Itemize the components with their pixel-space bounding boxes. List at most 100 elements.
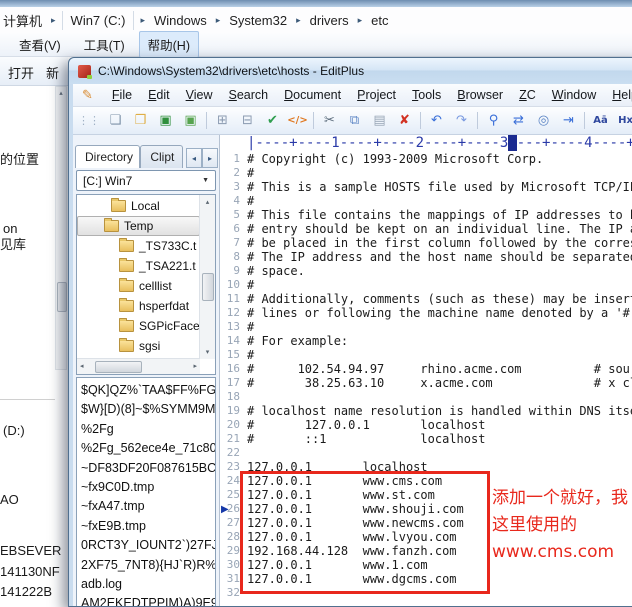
open-folder-icon[interactable]: ❒: [129, 109, 152, 132]
breadcrumb: 计算机 ▸ Win7 (C:) ▸ Windows ▸ System32 ▸ d…: [0, 7, 632, 34]
copy-icon[interactable]: ⧉: [343, 109, 366, 132]
menu-item[interactable]: ZC: [511, 86, 544, 104]
explorer-menu-item[interactable]: 工具(T): [75, 31, 134, 58]
new-button[interactable]: 新: [46, 63, 59, 82]
tab-directory[interactable]: Directory: [75, 145, 140, 168]
cut-icon[interactable]: ✂: [318, 109, 341, 132]
file-list: $QK]QZ%`TAA$FF%FGIF $W}[D)(8]~$%SYMM9M %…: [76, 377, 216, 606]
tree-item[interactable]: Temp: [77, 216, 200, 236]
file-list-item[interactable]: adb.log: [81, 575, 215, 594]
breadcrumb-arrow-icon: ▸: [134, 15, 151, 26]
annotation-text: 添加一个就好，我 这里使用的 www.cms.com: [492, 485, 628, 566]
menu-item[interactable]: Project: [349, 86, 404, 104]
menu-item[interactable]: Browser: [449, 86, 511, 104]
tab-scroll-left-icon[interactable]: ◂: [186, 148, 202, 168]
tab-scroll-arrows: ◂ ▸: [186, 148, 218, 168]
menu-item[interactable]: Tools: [404, 86, 449, 104]
scrollbar-thumb[interactable]: [95, 361, 142, 373]
tab-scroll-right-icon[interactable]: ▸: [202, 148, 218, 168]
font-size-icon[interactable]: Aā: [589, 109, 612, 132]
file-list-item[interactable]: ~fxA47.tmp: [81, 497, 215, 516]
file-list-item[interactable]: 2XF75_7NT8){HJ`R)R%9: [81, 556, 215, 575]
editor-line: 3 # This is a sample HOSTS file used by …: [220, 180, 632, 194]
file-list-item[interactable]: ~fxE9B.tmp: [81, 517, 215, 536]
menu-item[interactable]: Window: [544, 86, 604, 104]
delete-icon[interactable]: ✘: [393, 109, 416, 132]
save-all-icon[interactable]: ▣: [179, 109, 202, 132]
tab-cliptext[interactable]: Clipt: [140, 145, 183, 168]
tree-vertical-scrollbar[interactable]: ▴ ▾: [199, 195, 215, 359]
editor-line: 10 #: [220, 278, 632, 292]
scroll-up-icon[interactable]: ▴: [200, 198, 215, 206]
editor-line: 21 # ::1 localhost: [220, 432, 632, 446]
explorer-fragment: EBSEVER: [0, 543, 61, 558]
file-list-item[interactable]: %2Fg: [81, 420, 215, 439]
scroll-up-icon[interactable]: ▴: [56, 89, 66, 97]
editor-line: 19 # localhost name resolution is handle…: [220, 404, 632, 418]
menubar: ✎ File Edit View Search Document Project…: [73, 84, 632, 107]
spell-check-icon[interactable]: ✔: [261, 109, 284, 132]
scrollbar-thumb[interactable]: [202, 273, 214, 301]
editplus-icon: [78, 65, 91, 78]
editplus-window: C:\Windows\System32\drivers\etc\hosts - …: [68, 57, 632, 607]
explorer-menu-item[interactable]: 帮助(H): [139, 31, 199, 58]
file-list-item[interactable]: ~DF83DF20F087615BC4: [81, 459, 215, 478]
tree-item[interactable]: celllist: [77, 276, 200, 296]
tree-horizontal-scrollbar[interactable]: ◂ ▸: [77, 358, 200, 374]
file-list-item[interactable]: $W}[D)(8]~$%SYMM9M: [81, 400, 215, 419]
menu-item[interactable]: Help: [604, 86, 632, 104]
menu-item[interactable]: Edit: [140, 86, 178, 104]
html-code-icon[interactable]: </>: [286, 109, 309, 132]
menu-item[interactable]: View: [178, 86, 221, 104]
print-icon[interactable]: ⊟: [236, 109, 259, 132]
editor-line: 22: [220, 446, 632, 460]
editor-area[interactable]: |----+----1----+----2----+----3----+----…: [219, 135, 632, 606]
print-preview-icon[interactable]: ⊞: [211, 109, 234, 132]
breadcrumb-item[interactable]: 计算机 ▸: [0, 9, 62, 32]
menu-item[interactable]: Search: [221, 86, 277, 104]
tree-item[interactable]: Local: [77, 196, 200, 216]
toolbar-button: [420, 112, 421, 129]
breadcrumb-arrow-icon: ▸: [45, 15, 62, 26]
toolbar-grip[interactable]: ⋮⋮: [78, 114, 100, 127]
file-list-item[interactable]: AM2EKEDTPPIM)A)9E9Z: [81, 594, 215, 606]
tree-item[interactable]: _TSA221.t: [77, 256, 200, 276]
breadcrumb-item[interactable]: Win7 (C:) ▸: [62, 11, 151, 30]
file-list-item[interactable]: 0RCT3Y_IOUNT2`)27FJ9: [81, 536, 215, 555]
breadcrumb-item[interactable]: drivers ▸: [307, 11, 369, 30]
paste-icon[interactable]: ▤: [368, 109, 391, 132]
breadcrumb-item[interactable]: System32 ▸: [226, 11, 306, 30]
tree-item[interactable]: _TS733C.t: [77, 236, 200, 256]
editor-line: 12 # lines or following the machine name…: [220, 306, 632, 320]
menu-item[interactable]: File: [104, 86, 140, 104]
drive-selector[interactable]: [C:] Win7 ▼: [76, 170, 216, 191]
breadcrumb-item[interactable]: Windows ▸: [151, 11, 226, 30]
tree-item[interactable]: hsperfdat: [77, 296, 200, 316]
find-in-files-icon[interactable]: ◎: [532, 109, 555, 132]
titlebar[interactable]: C:\Windows\System32\drivers\etc\hosts - …: [69, 58, 632, 84]
open-button[interactable]: 打开: [8, 63, 34, 82]
scroll-down-icon[interactable]: ▾: [200, 348, 215, 356]
file-list-item[interactable]: $QK]QZ%`TAA$FF%FGIF: [81, 381, 215, 400]
menu-item[interactable]: Document: [276, 86, 349, 104]
breadcrumb-item[interactable]: etc ▸: [368, 11, 391, 30]
file-list-item[interactable]: ~fx9C0D.tmp: [81, 478, 215, 497]
editor-line: 13 #: [220, 320, 632, 334]
explorer-menu-item[interactable]: 查看(V): [10, 31, 70, 58]
save-icon[interactable]: ▣: [154, 109, 177, 132]
scroll-right-icon[interactable]: ▸: [193, 362, 197, 370]
new-document-icon[interactable]: ❏: [104, 109, 127, 132]
editor-line: 15 #: [220, 348, 632, 362]
hex-view-icon[interactable]: Hx: [614, 109, 632, 132]
tree-item[interactable]: sgsi: [77, 336, 200, 356]
goto-line-icon[interactable]: ⇥: [557, 109, 580, 132]
replace-icon[interactable]: ⇄: [507, 109, 530, 132]
find-icon[interactable]: ⚲: [482, 109, 505, 132]
scroll-left-icon[interactable]: ◂: [80, 362, 84, 370]
tree-item[interactable]: SGPicFace: [77, 316, 200, 336]
file-list-item[interactable]: %2Fg_562ece4e_71c800: [81, 439, 215, 458]
undo-icon[interactable]: ↶: [425, 109, 448, 132]
explorer-scrollbar[interactable]: ▴: [55, 86, 67, 370]
redo-icon[interactable]: ↷: [450, 109, 473, 132]
scrollbar-thumb[interactable]: [57, 282, 67, 312]
